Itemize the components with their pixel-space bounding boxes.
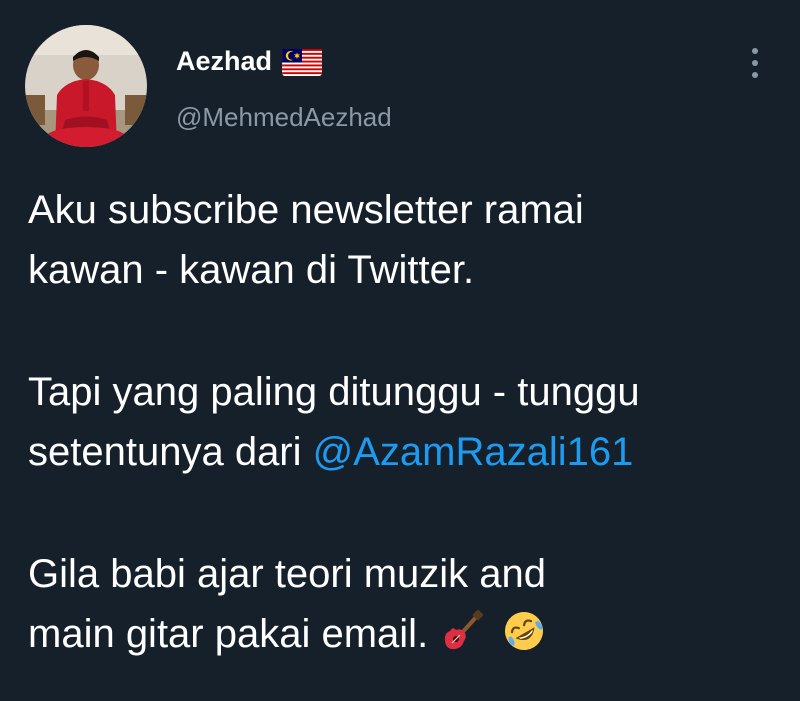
paragraph-break bbox=[28, 482, 788, 544]
mention-link[interactable]: @AzamRazali161 bbox=[313, 430, 634, 474]
rolling-on-floor-laughing-emoji-icon bbox=[502, 609, 546, 653]
author-avatar[interactable] bbox=[25, 25, 147, 147]
more-vertical-icon bbox=[752, 48, 758, 78]
tweet-line-1: Aku subscribe newsletter ramai bbox=[28, 188, 584, 232]
author-display-name[interactable]: Aezhad bbox=[176, 42, 272, 80]
paragraph-break bbox=[28, 300, 788, 362]
guitar-emoji-icon bbox=[440, 609, 484, 653]
tweet-line-6: main gitar pakai email. bbox=[28, 604, 788, 664]
tweet-line-4: setentunya dari @AzamRazali161 bbox=[28, 422, 788, 482]
tweet-text: Aku subscribe newsletter ramai kawan - k… bbox=[28, 180, 788, 664]
tweet-line-2: kawan - kawan di Twitter. bbox=[28, 248, 475, 292]
tweet-line-3: Tapi yang paling ditunggu - tunggu bbox=[28, 370, 640, 414]
author-name-row[interactable]: Aezhad bbox=[176, 42, 322, 80]
malaysia-flag-icon bbox=[282, 48, 322, 76]
tweet-line-4-text: setentunya dari bbox=[28, 430, 313, 474]
tweet-line-6-text: main gitar pakai email. bbox=[28, 612, 429, 656]
more-options-button[interactable] bbox=[740, 43, 770, 83]
author-handle[interactable]: @MehmedAezhad bbox=[176, 100, 392, 134]
tweet-line-5: Gila babi ajar teori muzik and bbox=[28, 552, 547, 596]
